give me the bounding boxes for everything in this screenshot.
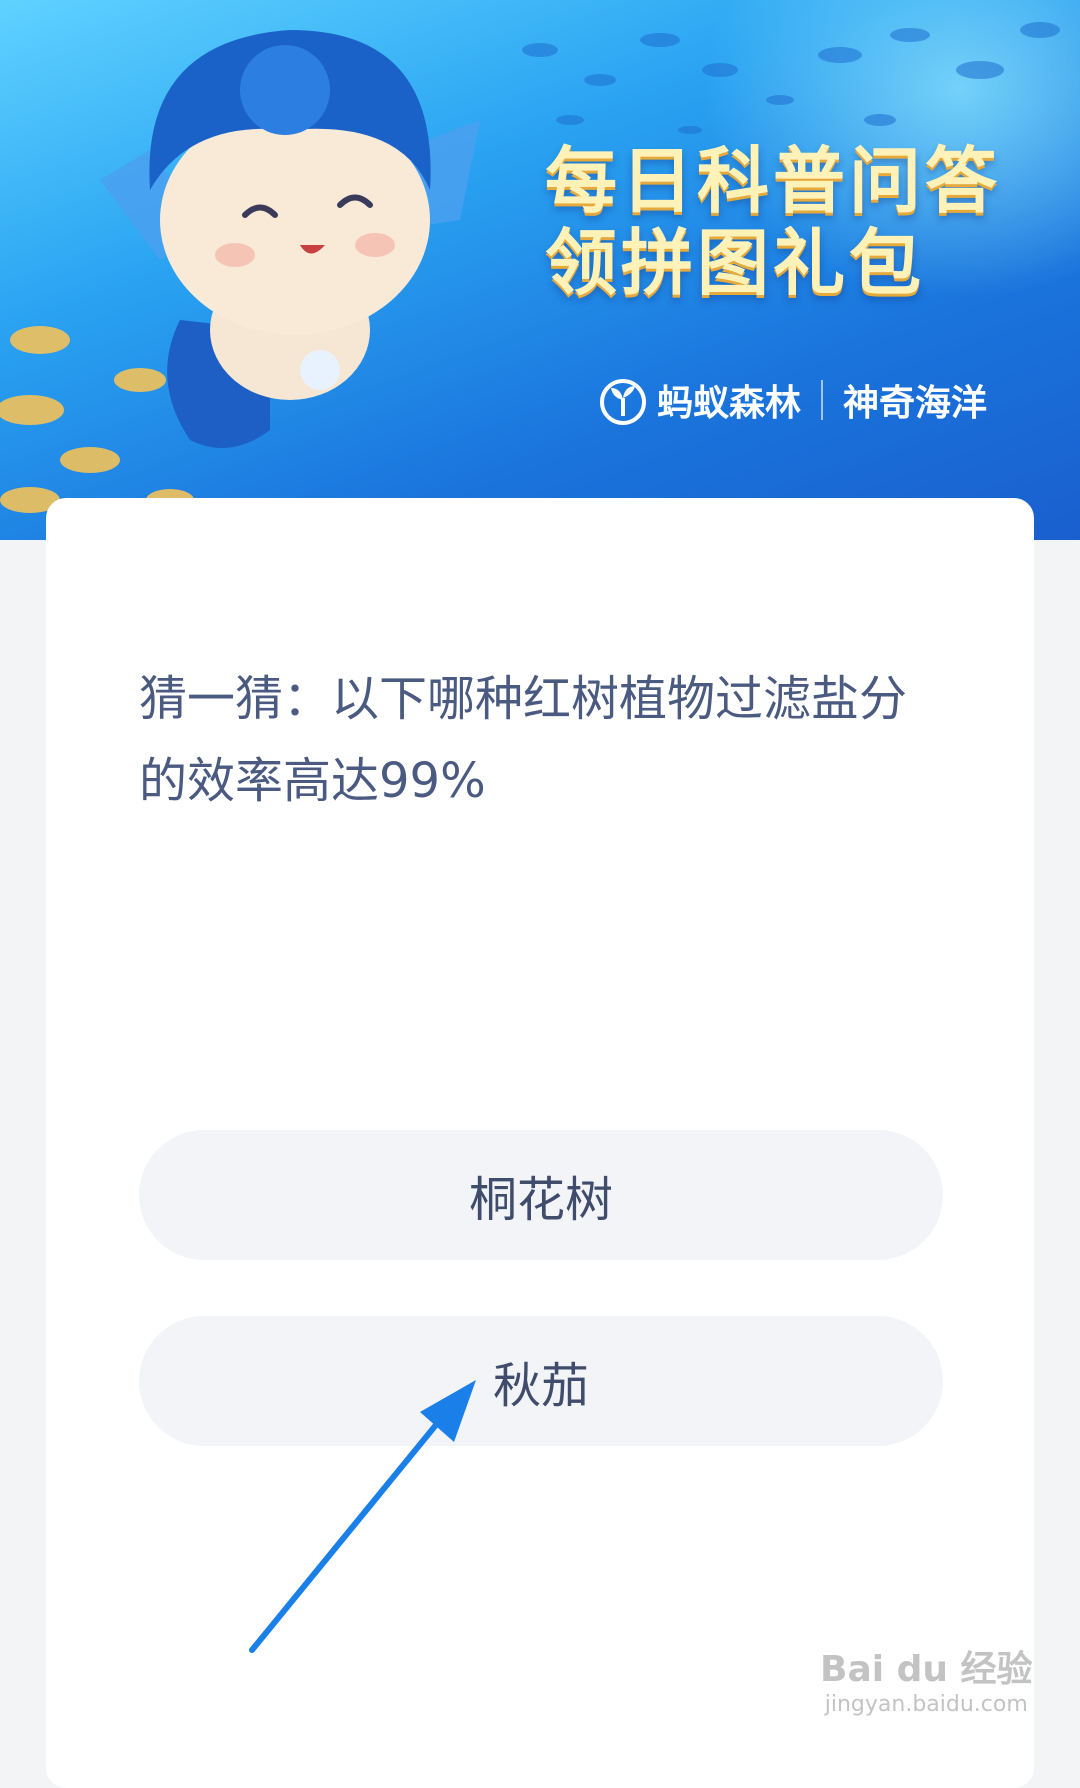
banner: 每日科普问答 领拼图礼包 蚂蚁森林 神奇海洋 — [0, 0, 1080, 540]
banner-title-line1: 每日科普问答 — [545, 139, 1002, 223]
brand-magic-ocean: 神奇海洋 — [843, 383, 988, 424]
watermark-url: jingyan.baidu.com — [824, 1692, 1028, 1717]
pointer-arrow-icon — [249, 1380, 476, 1653]
watermark-brand: Bai du 经验 — [820, 1649, 1033, 1690]
banner-title: 每日科普问答 领拼图礼包 — [545, 140, 1055, 304]
question-text: 猜一猜：以下哪种红树植物过滤盐分的效率高达99% — [139, 671, 908, 809]
option-label-1: 桐花树 — [468, 1172, 613, 1228]
baidu-watermark: Bai du 经验 jingyan.baidu.com — [820, 1640, 1033, 1717]
brand-ant-forest: 蚂蚁森林 — [657, 383, 802, 424]
option-label-2: 秋茄 — [492, 1358, 589, 1414]
banner-title-line2: 领拼图礼包 — [545, 221, 926, 305]
brand-divider — [821, 380, 824, 420]
brand-bar: 蚂蚁森林 神奇海洋 — [597, 372, 987, 428]
quiz-card: 猜一猜：以下哪种红树植物过滤盐分的效率高达99% 桐花树 秋茄 — [46, 498, 1034, 1788]
option-button-1[interactable]: 桐花树 — [139, 1130, 943, 1260]
sprout-icon — [600, 379, 646, 425]
mascot-icon — [100, 30, 480, 448]
